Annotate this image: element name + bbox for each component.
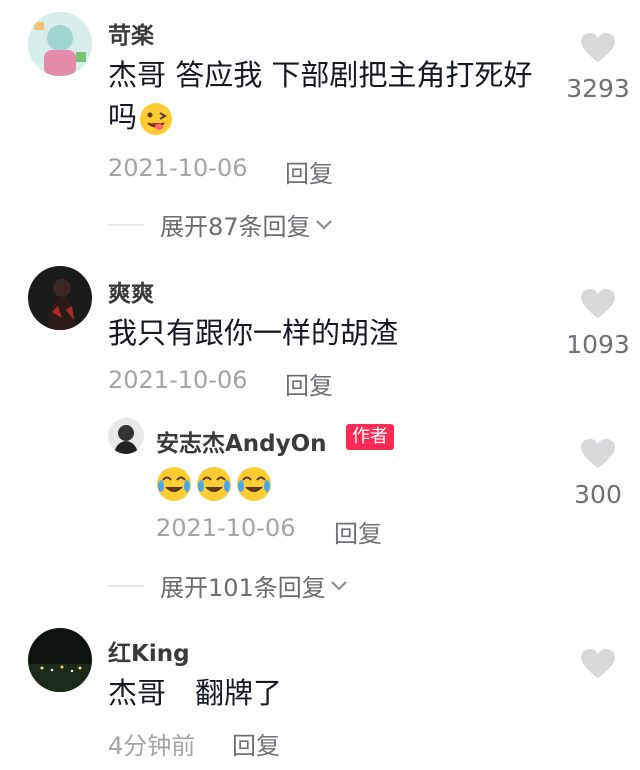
like-heart-icon[interactable] <box>580 288 616 320</box>
expand-replies-button[interactable]: 展开101条回复 <box>108 568 348 603</box>
expand-replies-label: 展开101条回复 <box>160 574 326 602</box>
comment-text: 我只有跟你一样的胡渣 <box>108 316 399 350</box>
expand-replies-label: 展开87条回复 <box>160 213 311 241</box>
avatar[interactable] <box>28 12 92 76</box>
reply-username[interactable]: 安志杰AndyOn <box>156 424 327 458</box>
comment-username[interactable]: 苛楽 <box>108 16 154 50</box>
crying-laughing-emoji-icon <box>157 467 191 501</box>
reply-button[interactable]: 回复 <box>334 514 382 549</box>
like-count: 3293 <box>566 74 630 103</box>
crying-laughing-emoji-icon <box>237 467 271 501</box>
comment-username[interactable]: 爽爽 <box>108 274 154 308</box>
like-heart-icon[interactable] <box>580 648 616 680</box>
comment-username[interactable]: 红King <box>108 634 190 668</box>
reply-date: 2021-10-06 <box>156 514 296 542</box>
chevron-down-icon <box>331 580 347 590</box>
avatar[interactable] <box>28 628 92 692</box>
avatar[interactable] <box>108 418 144 454</box>
comment-date: 2021-10-06 <box>108 154 248 182</box>
reply-button[interactable]: 回复 <box>285 154 333 189</box>
comment-text: 杰哥 翻牌了 <box>108 676 283 710</box>
like-count: 300 <box>574 480 622 509</box>
expand-replies-button[interactable]: 展开87条回复 <box>108 207 333 242</box>
chevron-down-icon <box>315 219 332 229</box>
avatar[interactable] <box>28 266 92 330</box>
like-heart-icon[interactable] <box>580 32 616 64</box>
reply-button[interactable]: 回复 <box>285 366 333 401</box>
reply-text <box>156 466 272 502</box>
divider <box>108 584 144 587</box>
author-badge: 作者 <box>346 424 394 450</box>
divider <box>108 223 144 226</box>
like-count: 1093 <box>566 330 630 359</box>
comment-text: 杰哥 答应我 下部剧把主角打死好吗 <box>108 58 533 136</box>
comment-date: 2021-10-06 <box>108 366 248 394</box>
comment-date: 4分钟前 <box>108 732 196 760</box>
reply-button[interactable]: 回复 <box>232 726 280 761</box>
like-heart-icon[interactable] <box>580 438 616 470</box>
wink-tongue-emoji-icon <box>139 102 173 136</box>
crying-laughing-emoji-icon <box>197 467 231 501</box>
